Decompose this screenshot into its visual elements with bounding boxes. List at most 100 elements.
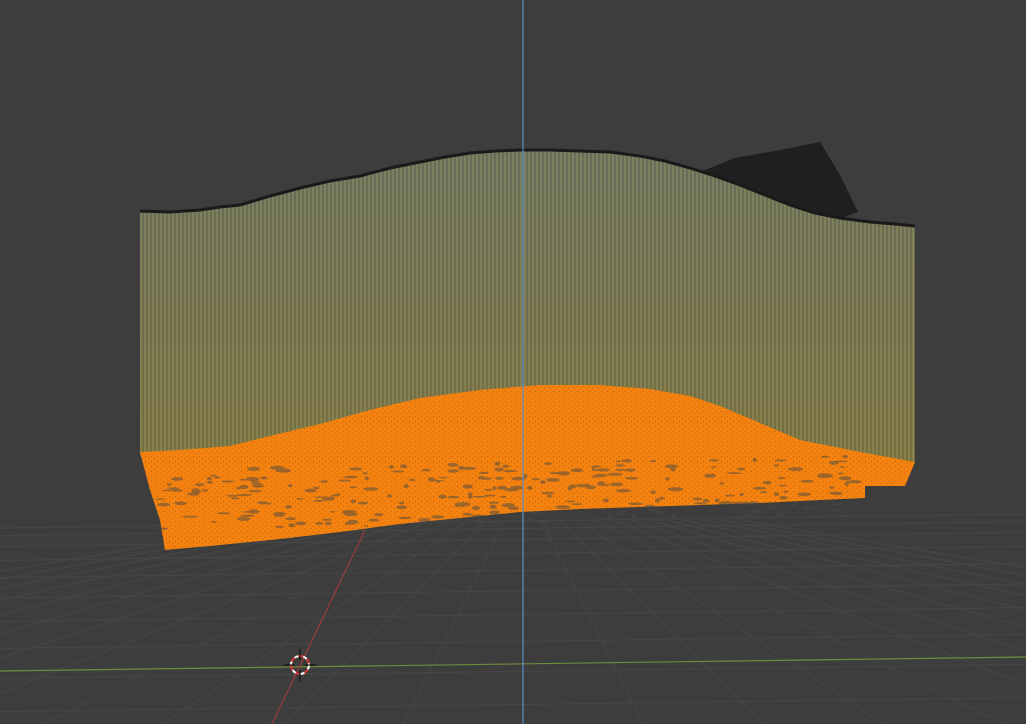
terrain-shade-speck bbox=[331, 494, 336, 497]
terrain-shade-speck bbox=[567, 486, 573, 491]
terrain-shade-speck bbox=[702, 498, 710, 503]
terrain-shade-speck bbox=[615, 464, 626, 467]
terrain-shade-speck bbox=[591, 468, 596, 471]
terrain-shade-speck bbox=[839, 466, 845, 468]
terrain-shade-speck bbox=[247, 466, 261, 471]
terrain-shade-speck bbox=[495, 476, 504, 480]
terrain-shade-speck bbox=[718, 500, 734, 506]
terrain-shade-speck bbox=[546, 478, 560, 482]
terrain-shade-speck bbox=[762, 480, 772, 485]
terrain-shade-speck bbox=[527, 485, 533, 490]
terrain-shade-speck bbox=[217, 512, 231, 515]
terrain-shade-speck bbox=[338, 479, 352, 482]
terrain-shade-speck bbox=[349, 467, 363, 471]
terrain-shade-speck bbox=[779, 496, 788, 500]
terrain-shade-speck bbox=[565, 500, 576, 503]
terrain-shade-speck bbox=[532, 511, 540, 515]
terrain-shade-speck bbox=[468, 494, 473, 499]
terrain-shade-speck bbox=[396, 505, 408, 510]
terrain-shade-speck bbox=[773, 464, 780, 467]
terrain-shade-speck bbox=[838, 472, 844, 475]
terrain-shade-speck bbox=[447, 469, 459, 473]
terrain-shade-speck bbox=[630, 514, 637, 519]
terrain-shade-speck bbox=[458, 465, 464, 471]
terrain-shade-speck bbox=[236, 493, 253, 497]
terrain-shade-speck bbox=[832, 491, 843, 496]
terrain-shade-speck bbox=[344, 512, 358, 517]
terrain-shade-speck bbox=[191, 488, 200, 493]
terrain-shade-speck bbox=[719, 482, 725, 485]
terrain-shade-speck bbox=[260, 476, 268, 480]
terrain-shade-speck bbox=[766, 505, 775, 510]
terrain-shade-speck bbox=[840, 514, 848, 517]
terrain-shade-speck bbox=[738, 501, 751, 505]
terrain-shade-speck bbox=[502, 464, 510, 468]
terrain-shade-speck bbox=[776, 512, 786, 517]
terrain-shade-speck bbox=[546, 494, 553, 498]
terrain-shade-speck bbox=[457, 518, 464, 521]
terrain-shade-speck bbox=[295, 521, 307, 526]
terrain-shade-speck bbox=[748, 509, 763, 514]
3d-viewport[interactable] bbox=[0, 0, 1026, 724]
terrain-shade-speck bbox=[625, 477, 639, 480]
terrain-shade-speck bbox=[842, 454, 848, 459]
terrain-shade-speck bbox=[778, 484, 787, 487]
terrain-shade-speck bbox=[488, 501, 499, 504]
terrain-shade-speck bbox=[357, 501, 369, 505]
terrain-shade-speck bbox=[304, 488, 317, 493]
terrain-shade-speck bbox=[288, 523, 296, 528]
terrain-shade-speck bbox=[828, 503, 844, 506]
terrain-shade-speck bbox=[220, 480, 235, 483]
terrain-shade-speck bbox=[778, 477, 786, 480]
terrain-shade-speck bbox=[274, 525, 284, 528]
terrain-shade-speck bbox=[210, 474, 217, 477]
terrain-shade-speck bbox=[433, 479, 445, 482]
terrain-shade-speck bbox=[398, 516, 412, 520]
terrain-shade-speck bbox=[157, 502, 171, 507]
terrain-shade-speck bbox=[206, 480, 213, 484]
terrain-shade-speck bbox=[500, 495, 506, 498]
terrain-shade-speck bbox=[752, 486, 767, 490]
terrain-shade-speck bbox=[479, 471, 489, 475]
terrain-shade-speck bbox=[477, 476, 485, 479]
terrain-shade-speck bbox=[557, 471, 571, 476]
terrain-shade-speck bbox=[408, 479, 416, 481]
terrain-shade-speck bbox=[527, 517, 533, 521]
terrain-shade-speck bbox=[544, 462, 553, 466]
terrain-shade-speck bbox=[726, 472, 742, 475]
terrain-shade-speck bbox=[585, 485, 596, 490]
terrain-shade-speck bbox=[399, 501, 404, 505]
terrain-shade-speck bbox=[511, 476, 526, 481]
terrain-shade-speck bbox=[245, 476, 260, 482]
terrain-shade-speck bbox=[391, 470, 405, 473]
terrain-shade-speck bbox=[671, 513, 676, 518]
terrain-shade-speck bbox=[447, 462, 459, 467]
terrain-shade-speck bbox=[313, 499, 325, 502]
terrain-shade-speck bbox=[462, 484, 473, 489]
terrain-shade-speck bbox=[240, 514, 256, 517]
terrain-shade-speck bbox=[487, 521, 502, 524]
terrain-shade-speck bbox=[288, 484, 293, 488]
terrain-shade-speck bbox=[792, 503, 797, 507]
terrain-shade-speck bbox=[473, 520, 489, 523]
terrain-shade-speck bbox=[387, 494, 392, 498]
terrain-shade-speck bbox=[174, 501, 187, 506]
terrain-shade-speck bbox=[155, 498, 165, 501]
terrain-shade-speck bbox=[320, 480, 329, 483]
terrain-shade-speck bbox=[737, 467, 746, 471]
terrain-shade-speck bbox=[230, 497, 240, 500]
terrain-shade-speck bbox=[494, 461, 501, 466]
terrain-shade-speck bbox=[658, 497, 666, 500]
terrain-shade-speck bbox=[595, 468, 611, 472]
terrain-shade-speck bbox=[797, 492, 811, 497]
terrain-shade-speck bbox=[714, 498, 720, 503]
terrain-shade-speck bbox=[610, 482, 624, 487]
terrain-shade-speck bbox=[206, 477, 212, 481]
terrain-shade-speck bbox=[655, 510, 664, 514]
terrain-shade-speck bbox=[462, 512, 472, 516]
terrain-shade-speck bbox=[655, 498, 660, 503]
terrain-shade-speck bbox=[225, 494, 239, 497]
terrain-shade-speck bbox=[607, 472, 623, 476]
terrain-shade-speck bbox=[239, 478, 247, 481]
terrain-shade-speck bbox=[270, 465, 284, 470]
